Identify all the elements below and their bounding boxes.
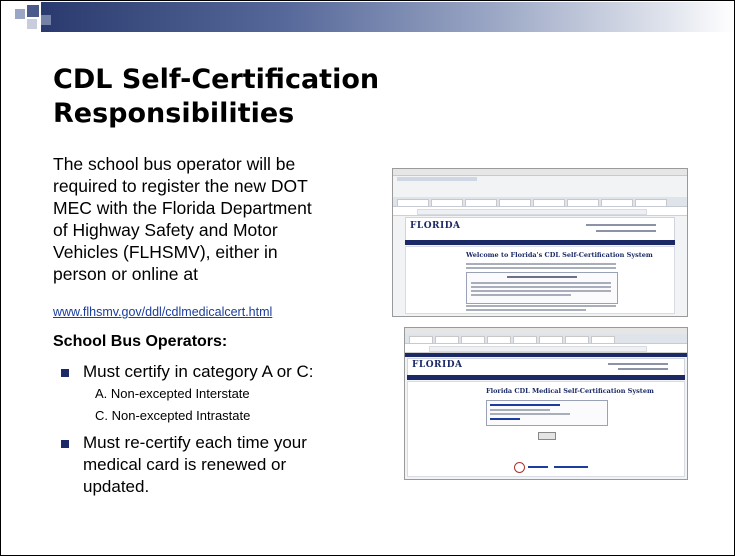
bullet-recertify: Must re-certify each time your medical c… xyxy=(83,432,353,498)
body-line: The school bus operator will be xyxy=(53,154,296,174)
browser-tab xyxy=(487,336,511,343)
browser-tab xyxy=(397,199,429,206)
browser-tab xyxy=(431,199,463,206)
bullet-line: updated. xyxy=(83,477,150,496)
add-button xyxy=(538,432,556,440)
welcome-heading: Welcome to Florida's CDL Self-Certificat… xyxy=(466,251,653,259)
corner-square-3 xyxy=(27,19,37,29)
browser-tab xyxy=(435,336,459,343)
browser-tab xyxy=(513,336,537,343)
browser-tab xyxy=(461,336,485,343)
current-certification-box xyxy=(486,400,608,426)
title-line-2: Responsibilities xyxy=(53,98,295,129)
body-line: required to register the new DOT xyxy=(53,176,308,196)
screenshot-welcome-page: FLORIDA Welcome to Florida's CDL Self-Ce… xyxy=(392,168,688,317)
screenshot-certification-page: FLORIDA Florida CDL Medical Self-Certifi… xyxy=(404,327,688,480)
browser-tab-row xyxy=(405,334,687,344)
window-titlebar xyxy=(393,169,687,176)
page-content: Florida CDL Medical Self-Certification S… xyxy=(407,381,685,477)
site-nav-bar xyxy=(407,375,685,380)
florida-logo: FLORIDA xyxy=(412,360,463,370)
toolbar-row xyxy=(397,177,477,181)
body-line: of Highway Safety and Motor xyxy=(53,220,278,240)
browser-tab xyxy=(539,336,563,343)
sub-item-intrastate: C. Non-excepted Intrastate xyxy=(95,408,251,423)
browser-tab xyxy=(499,199,531,206)
page-content: Welcome to Florida's CDL Self-Certificat… xyxy=(405,246,675,314)
bullet-square-icon xyxy=(61,440,69,448)
browser-tab xyxy=(533,199,565,206)
browser-tab-row xyxy=(393,197,687,207)
body-line: Vehicles (FLHSMV), either in xyxy=(53,242,278,262)
address-bar xyxy=(405,344,687,353)
title-line-1: CDL Self-Certification xyxy=(53,64,380,95)
browser-tab xyxy=(567,199,599,206)
slide-title: CDL Self-Certification Responsibilities xyxy=(53,63,473,131)
body-paragraph: The school bus operator will be required… xyxy=(53,153,358,285)
browser-tab xyxy=(635,199,667,206)
florida-logo: FLORIDA xyxy=(410,221,461,231)
flhsmv-seal xyxy=(514,462,525,473)
corner-square-4 xyxy=(41,15,51,25)
school-bus-operators-heading: School Bus Operators: xyxy=(53,333,228,350)
bullet-line: Must re-certify each time your xyxy=(83,433,307,452)
body-line: MEC with the Florida Department xyxy=(53,198,312,218)
site-nav-bar xyxy=(405,240,675,245)
browser-tab xyxy=(601,199,633,206)
slide: CDL Self-Certification Responsibilities … xyxy=(0,0,735,556)
address-bar xyxy=(393,207,687,216)
bullet-square-icon xyxy=(61,369,69,377)
corner-square-1 xyxy=(15,9,25,19)
browser-tab xyxy=(409,336,433,343)
body-line: person or online at xyxy=(53,264,198,284)
browser-tab xyxy=(591,336,615,343)
flhsmv-link[interactable]: www.flhsmv.gov/ddl/cdlmedicalcert.html xyxy=(53,305,272,319)
site-banner: FLORIDA xyxy=(407,358,685,376)
bullet-line: medical card is renewed or xyxy=(83,455,287,474)
certification-heading: Florida CDL Medical Self-Certification S… xyxy=(486,387,654,395)
site-banner: FLORIDA xyxy=(405,217,675,241)
header-gradient-bar xyxy=(41,2,734,32)
corner-square-2 xyxy=(27,5,39,17)
site-topline xyxy=(405,353,687,357)
bullet-certify-category: Must certify in category A or C: xyxy=(83,362,314,381)
browser-tab xyxy=(465,199,497,206)
browser-tab xyxy=(565,336,589,343)
privacy-notice-box xyxy=(466,272,618,304)
sub-item-interstate: A. Non-excepted Interstate xyxy=(95,386,250,401)
